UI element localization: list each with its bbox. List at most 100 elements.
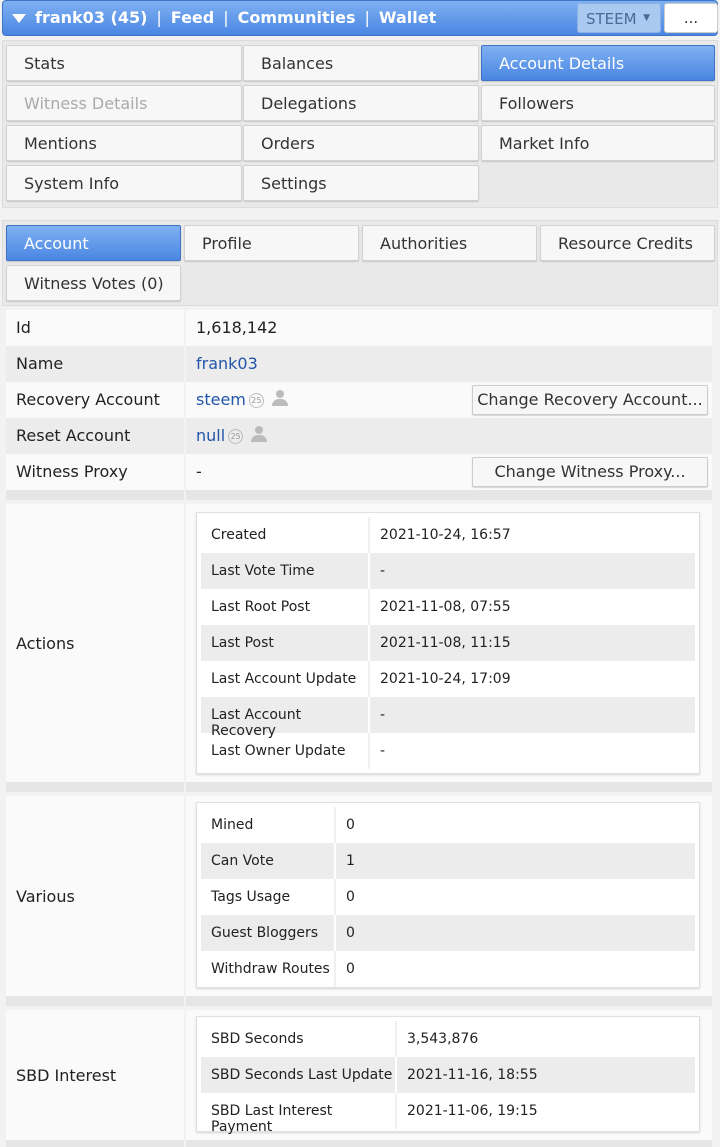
top-nav: frank03 (45) | Feed | Communities | Wallet <box>35 8 436 27</box>
row-label: Actions <box>6 504 184 782</box>
info-value: 2021-10-24, 16:57 <box>368 517 695 553</box>
row-recovery-account: Recovery Account steem 25 Change Recovery… <box>6 382 712 418</box>
row-divider <box>6 782 712 792</box>
top-nav-bar: frank03 (45) | Feed | Communities | Wallet STE… <box>2 0 718 36</box>
row-label: Witness Proxy <box>6 454 184 490</box>
info-key: Last Vote Time <box>211 563 315 579</box>
communities-link[interactable]: Communities <box>238 8 356 27</box>
row-divider <box>6 490 712 500</box>
info-value: 2021-11-16, 18:55 <box>395 1057 695 1093</box>
row-label: Recovery Account <box>6 382 184 418</box>
row-witness-proxy: Witness Proxy - Change Witness Proxy... <box>6 454 712 490</box>
user-icon[interactable] <box>271 390 288 406</box>
tab-balances[interactable]: Balances <box>243 45 479 81</box>
chain-select[interactable]: STEEM ▼ <box>577 3 661 33</box>
wallet-link[interactable]: Wallet <box>379 8 436 27</box>
info-key: Created <box>211 527 267 543</box>
info-row: Last Post 2021-11-08, 11:15 <box>201 625 695 661</box>
info-row: Last Root Post 2021-11-08, 07:55 <box>201 589 695 625</box>
reputation-badge: 25 <box>228 429 244 444</box>
row-divider <box>6 996 712 1006</box>
row-label: Id <box>6 310 184 346</box>
user-link[interactable]: frank03 (45) <box>35 8 147 27</box>
info-key: Last Owner Update <box>211 743 346 759</box>
tab-account-details[interactable]: Account Details <box>481 45 715 81</box>
info-value: 0 <box>334 879 695 915</box>
nav-separator: | <box>364 8 370 27</box>
info-value: - <box>368 697 695 733</box>
row-label: SBD Interest <box>6 1010 184 1140</box>
info-value: 2021-11-06, 19:15 <box>395 1093 695 1129</box>
row-label: Name <box>6 346 184 382</box>
info-value: - <box>368 733 695 769</box>
chevron-down-icon[interactable] <box>12 14 26 23</box>
tab-market-info[interactable]: Market Info <box>481 125 715 161</box>
witness-proxy-value: - <box>196 462 202 481</box>
tab-profile[interactable]: Profile <box>184 225 359 261</box>
row-name: Name frank03 <box>6 346 712 382</box>
change-witness-proxy-button[interactable]: Change Witness Proxy... <box>472 457 708 487</box>
info-key: Withdraw Routes <box>211 961 330 977</box>
change-recovery-account-button[interactable]: Change Recovery Account... <box>472 385 708 415</box>
feed-link[interactable]: Feed <box>171 8 214 27</box>
sub-tabs-panel: Account Profile Authorities Resource Cre… <box>2 220 718 306</box>
nav-separator: | <box>223 8 229 27</box>
info-row: SBD Last Interest Payment 2021-11-06, 19:… <box>201 1093 695 1135</box>
info-value: 2021-11-08, 07:55 <box>368 589 695 625</box>
tab-account[interactable]: Account <box>6 225 181 261</box>
row-reset-account: Reset Account null 25 <box>6 418 712 454</box>
tab-system-info[interactable]: System Info <box>6 165 242 201</box>
info-row: Mined 0 <box>201 807 695 843</box>
row-label: Various <box>6 796 184 996</box>
nav-separator: | <box>156 8 162 27</box>
row-label: Reset Account <box>6 418 184 454</box>
info-key: Mined <box>211 817 254 833</box>
info-key: Last Account Update <box>211 671 357 687</box>
info-row: Last Account Recovery - <box>201 697 695 739</box>
info-value: 0 <box>334 951 695 987</box>
tab-stats[interactable]: Stats <box>6 45 242 81</box>
chevron-down-icon: ▼ <box>643 13 650 23</box>
info-value: 0 <box>334 807 695 843</box>
chain-select-value: STEEM <box>586 10 637 28</box>
row-id: Id 1,618,142 <box>6 310 712 346</box>
info-value: 2021-11-08, 11:15 <box>368 625 695 661</box>
tab-settings[interactable]: Settings <box>243 165 479 201</box>
info-key: SBD Seconds Last Update <box>211 1067 393 1083</box>
tab-witness-votes[interactable]: Witness Votes (0) <box>6 265 181 301</box>
tab-authorities[interactable]: Authorities <box>362 225 537 261</box>
tab-resource-credits[interactable]: Resource Credits <box>540 225 715 261</box>
info-key: Last Root Post <box>211 599 311 615</box>
info-value: - <box>368 553 695 589</box>
info-row: Created 2021-10-24, 16:57 <box>201 517 695 553</box>
reset-account-link[interactable]: null <box>196 426 225 445</box>
actions-table: Created 2021-10-24, 16:57 Last Vote Time - L… <box>196 512 700 774</box>
info-key: Last Post <box>211 635 274 651</box>
more-button[interactable]: ... <box>664 3 718 33</box>
info-key: Last Account Recovery <box>211 707 302 739</box>
info-row: SBD Seconds 3,543,876 <box>201 1021 695 1057</box>
info-row: SBD Seconds Last Update 2021-11-16, 18:55 <box>201 1057 695 1093</box>
info-key: Guest Bloggers <box>211 925 319 941</box>
info-key: Tags Usage <box>211 889 291 905</box>
info-row: Withdraw Routes 0 <box>201 951 695 987</box>
info-row: Guest Bloggers 0 <box>201 915 695 951</box>
tab-witness-details: Witness Details <box>6 85 242 121</box>
various-table: Mined 0 Can Vote 1 Tags Usage 0 Guest Bloggers… <box>196 802 700 988</box>
tab-mentions[interactable]: Mentions <box>6 125 242 161</box>
tab-orders[interactable]: Orders <box>243 125 479 161</box>
info-key: Can Vote <box>211 853 274 869</box>
info-row: Last Owner Update - <box>201 733 695 769</box>
info-key: SBD Last Interest Payment <box>211 1103 333 1135</box>
info-row: Last Vote Time - <box>201 553 695 589</box>
account-name-link[interactable]: frank03 <box>196 354 258 373</box>
sbd-interest-table: SBD Seconds 3,543,876 SBD Seconds Last Upd… <box>196 1016 700 1135</box>
info-value: 3,543,876 <box>395 1021 695 1057</box>
recovery-account-link[interactable]: steem <box>196 390 246 409</box>
tab-followers[interactable]: Followers <box>481 85 715 121</box>
row-value: 1,618,142 <box>186 310 712 346</box>
tab-delegations[interactable]: Delegations <box>243 85 479 121</box>
info-value: 1 <box>334 843 695 879</box>
row-divider <box>6 1140 712 1147</box>
user-icon[interactable] <box>251 426 268 442</box>
